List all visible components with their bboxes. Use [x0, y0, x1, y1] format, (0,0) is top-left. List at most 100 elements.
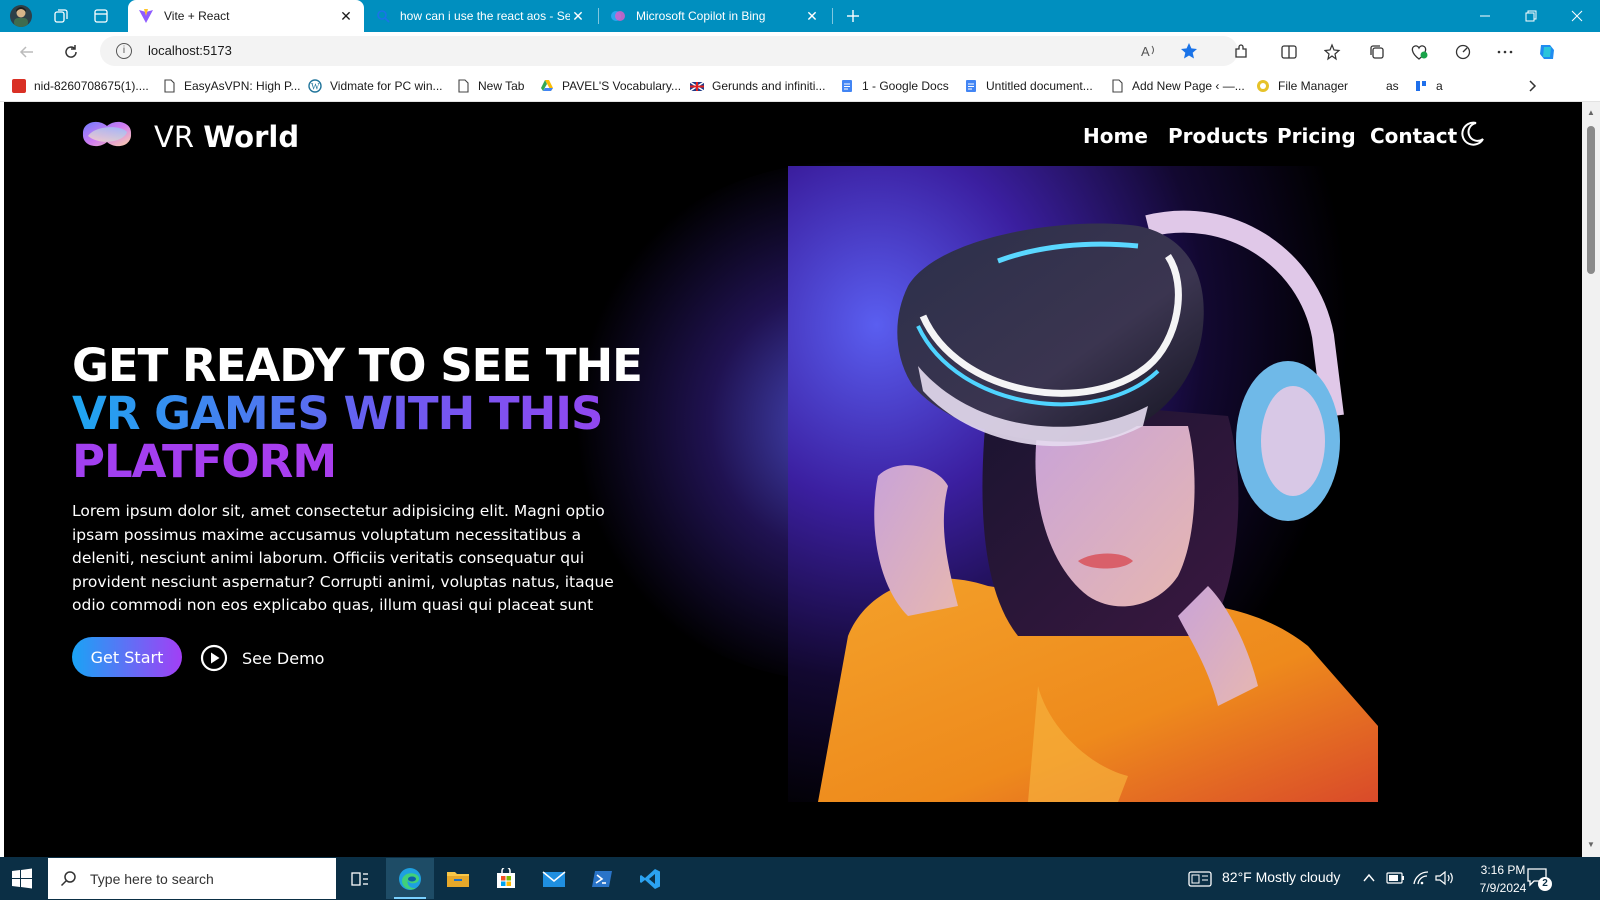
tab-vite-react[interactable]: Vite + React ✕	[128, 0, 364, 32]
tab-title: Vite + React	[164, 9, 230, 23]
page-viewport: VR World Home Products Pricing Contact G…	[4, 102, 1582, 857]
restore-button[interactable]	[1508, 0, 1554, 32]
bookmark-item[interactable]: Gerunds and infiniti...	[690, 77, 825, 95]
tab-title: Microsoft Copilot in Bing	[636, 9, 766, 23]
search-icon	[377, 10, 390, 23]
bookmarks-overflow-chevron-icon[interactable]	[1526, 77, 1538, 95]
wifi-icon[interactable]	[1412, 870, 1430, 886]
mail-icon[interactable]	[530, 858, 578, 899]
bookmark-item[interactable]: nid-8260708675(1)....	[12, 77, 149, 95]
hero-heading-line2: VR GAMES WITH THIS	[72, 390, 692, 438]
show-hidden-icons-chevron-icon[interactable]	[1362, 872, 1376, 884]
page-icon	[458, 79, 469, 93]
notification-count-badge: 2	[1538, 877, 1552, 891]
scroll-up-arrow-icon[interactable]: ▲	[1586, 108, 1596, 118]
browser-essentials-icon[interactable]	[1406, 39, 1432, 65]
split-screen-icon[interactable]	[1276, 39, 1302, 65]
bookmark-item[interactable]: File Manager	[1256, 77, 1348, 95]
tab-bing-search[interactable]: how can i use the react aos - Sea ✕	[366, 0, 596, 32]
vr-girl-hero-image	[788, 166, 1378, 802]
favorite-star-icon[interactable]	[1180, 42, 1198, 60]
site-info-icon[interactable]: i	[116, 43, 132, 59]
blank-icon	[1364, 79, 1378, 93]
volume-icon[interactable]	[1434, 870, 1454, 886]
google-docs-icon	[842, 80, 852, 92]
microsoft-store-icon[interactable]	[482, 858, 530, 899]
battery-icon[interactable]	[1386, 870, 1406, 886]
bookmark-item[interactable]: as	[1364, 77, 1399, 95]
address-bar[interactable]: i localhost:5173 A	[100, 36, 1238, 66]
url-text[interactable]: localhost:5173	[148, 43, 232, 58]
collections-icon[interactable]	[1364, 39, 1390, 65]
close-tab-icon[interactable]: ✕	[804, 8, 820, 25]
taskbar-search-box[interactable]: Type here to search	[48, 858, 336, 899]
bookmarks-bar: nid-8260708675(1).... EasyAsVPN: High P.…	[0, 70, 1600, 102]
get-start-button[interactable]: Get Start	[72, 637, 182, 677]
refresh-icon[interactable]	[58, 39, 84, 65]
tab-separator	[598, 8, 599, 24]
settings-more-icon[interactable]	[1492, 39, 1518, 65]
vscode-icon[interactable]	[626, 858, 674, 899]
hero-heading-line1: GET READY TO SEE THE	[72, 339, 643, 392]
nav-home[interactable]: Home	[1083, 124, 1148, 148]
see-demo-button[interactable]: See Demo	[200, 643, 324, 673]
close-tab-icon[interactable]: ✕	[570, 8, 586, 25]
page-scrollbar[interactable]: ▲ ▼	[1582, 102, 1600, 857]
performance-icon[interactable]	[1450, 39, 1476, 65]
bookmark-item[interactable]: Untitled document...	[964, 77, 1093, 95]
file-explorer-icon[interactable]	[434, 858, 482, 899]
taskbar-search-placeholder: Type here to search	[90, 870, 214, 887]
copilot-sidebar-icon[interactable]	[1534, 39, 1560, 65]
google-drive-icon	[541, 80, 553, 91]
pdf-icon	[12, 79, 26, 93]
bookmark-item[interactable]: EasyAsVPN: High P...	[162, 77, 301, 95]
scroll-down-arrow-icon[interactable]: ▼	[1586, 840, 1596, 850]
google-docs-icon	[966, 80, 976, 92]
vite-icon	[139, 9, 153, 23]
minimize-button[interactable]	[1462, 0, 1508, 32]
brand-name[interactable]: VR World	[154, 120, 299, 154]
hero-heading-line3: PLATFORM	[72, 438, 692, 486]
edge-browser-icon[interactable]	[386, 858, 434, 899]
task-view-icon[interactable]	[336, 858, 384, 899]
page-icon	[1112, 79, 1123, 93]
uk-flag-icon	[690, 81, 704, 92]
bookmark-item[interactable]: Add New Page ‹ —...	[1110, 77, 1245, 95]
nav-contact[interactable]: Contact	[1370, 124, 1457, 148]
extensions-icon[interactable]	[1228, 39, 1254, 65]
bookmark-item[interactable]: PAVEL'S Vocabulary...	[540, 77, 681, 95]
scroll-thumb[interactable]	[1587, 126, 1595, 274]
weather-text[interactable]: 82°F Mostly cloudy	[1222, 869, 1340, 885]
bookmark-item[interactable]: New Tab	[456, 77, 524, 95]
powershell-icon[interactable]	[578, 858, 626, 899]
new-tab-plus-icon[interactable]	[842, 5, 864, 27]
browser-tab-strip: Vite + React ✕ how can i use the react a…	[0, 0, 1600, 32]
tab-copilot[interactable]: Microsoft Copilot in Bing ✕	[600, 0, 830, 32]
browser-toolbar: i localhost:5173 A	[0, 32, 1600, 70]
dark-mode-moon-icon[interactable]	[1458, 120, 1486, 148]
nav-pricing[interactable]: Pricing	[1277, 124, 1356, 148]
favorites-icon[interactable]	[1320, 39, 1346, 65]
windows-start-icon[interactable]	[10, 867, 34, 891]
active-indicator	[394, 897, 426, 899]
bookmark-item[interactable]: W Vidmate for PC win...	[308, 77, 443, 95]
weather-widget-icon[interactable]	[1188, 871, 1212, 887]
nav-products[interactable]: Products	[1168, 124, 1268, 148]
profile-avatar[interactable]	[10, 5, 32, 27]
back-icon[interactable]	[14, 39, 40, 65]
vr-world-logo[interactable]	[80, 114, 134, 154]
tab-actions-icon[interactable]	[90, 5, 112, 27]
tab-title: how can i use the react aos - Sea	[400, 9, 570, 23]
close-window-button[interactable]	[1554, 0, 1600, 32]
copilot-icon	[611, 11, 625, 21]
app-icon	[1416, 81, 1426, 91]
notifications-button[interactable]: 2	[1526, 867, 1552, 891]
file-manager-icon	[1257, 80, 1269, 92]
read-aloud-icon[interactable]: A	[1140, 42, 1158, 60]
brand-light: VR	[154, 120, 194, 154]
close-tab-icon[interactable]: ✕	[338, 8, 354, 25]
bookmark-item[interactable]: a	[1414, 77, 1443, 95]
bookmark-item[interactable]: 1 - Google Docs	[840, 77, 949, 95]
workspaces-icon[interactable]	[50, 5, 72, 27]
play-icon	[200, 644, 228, 672]
